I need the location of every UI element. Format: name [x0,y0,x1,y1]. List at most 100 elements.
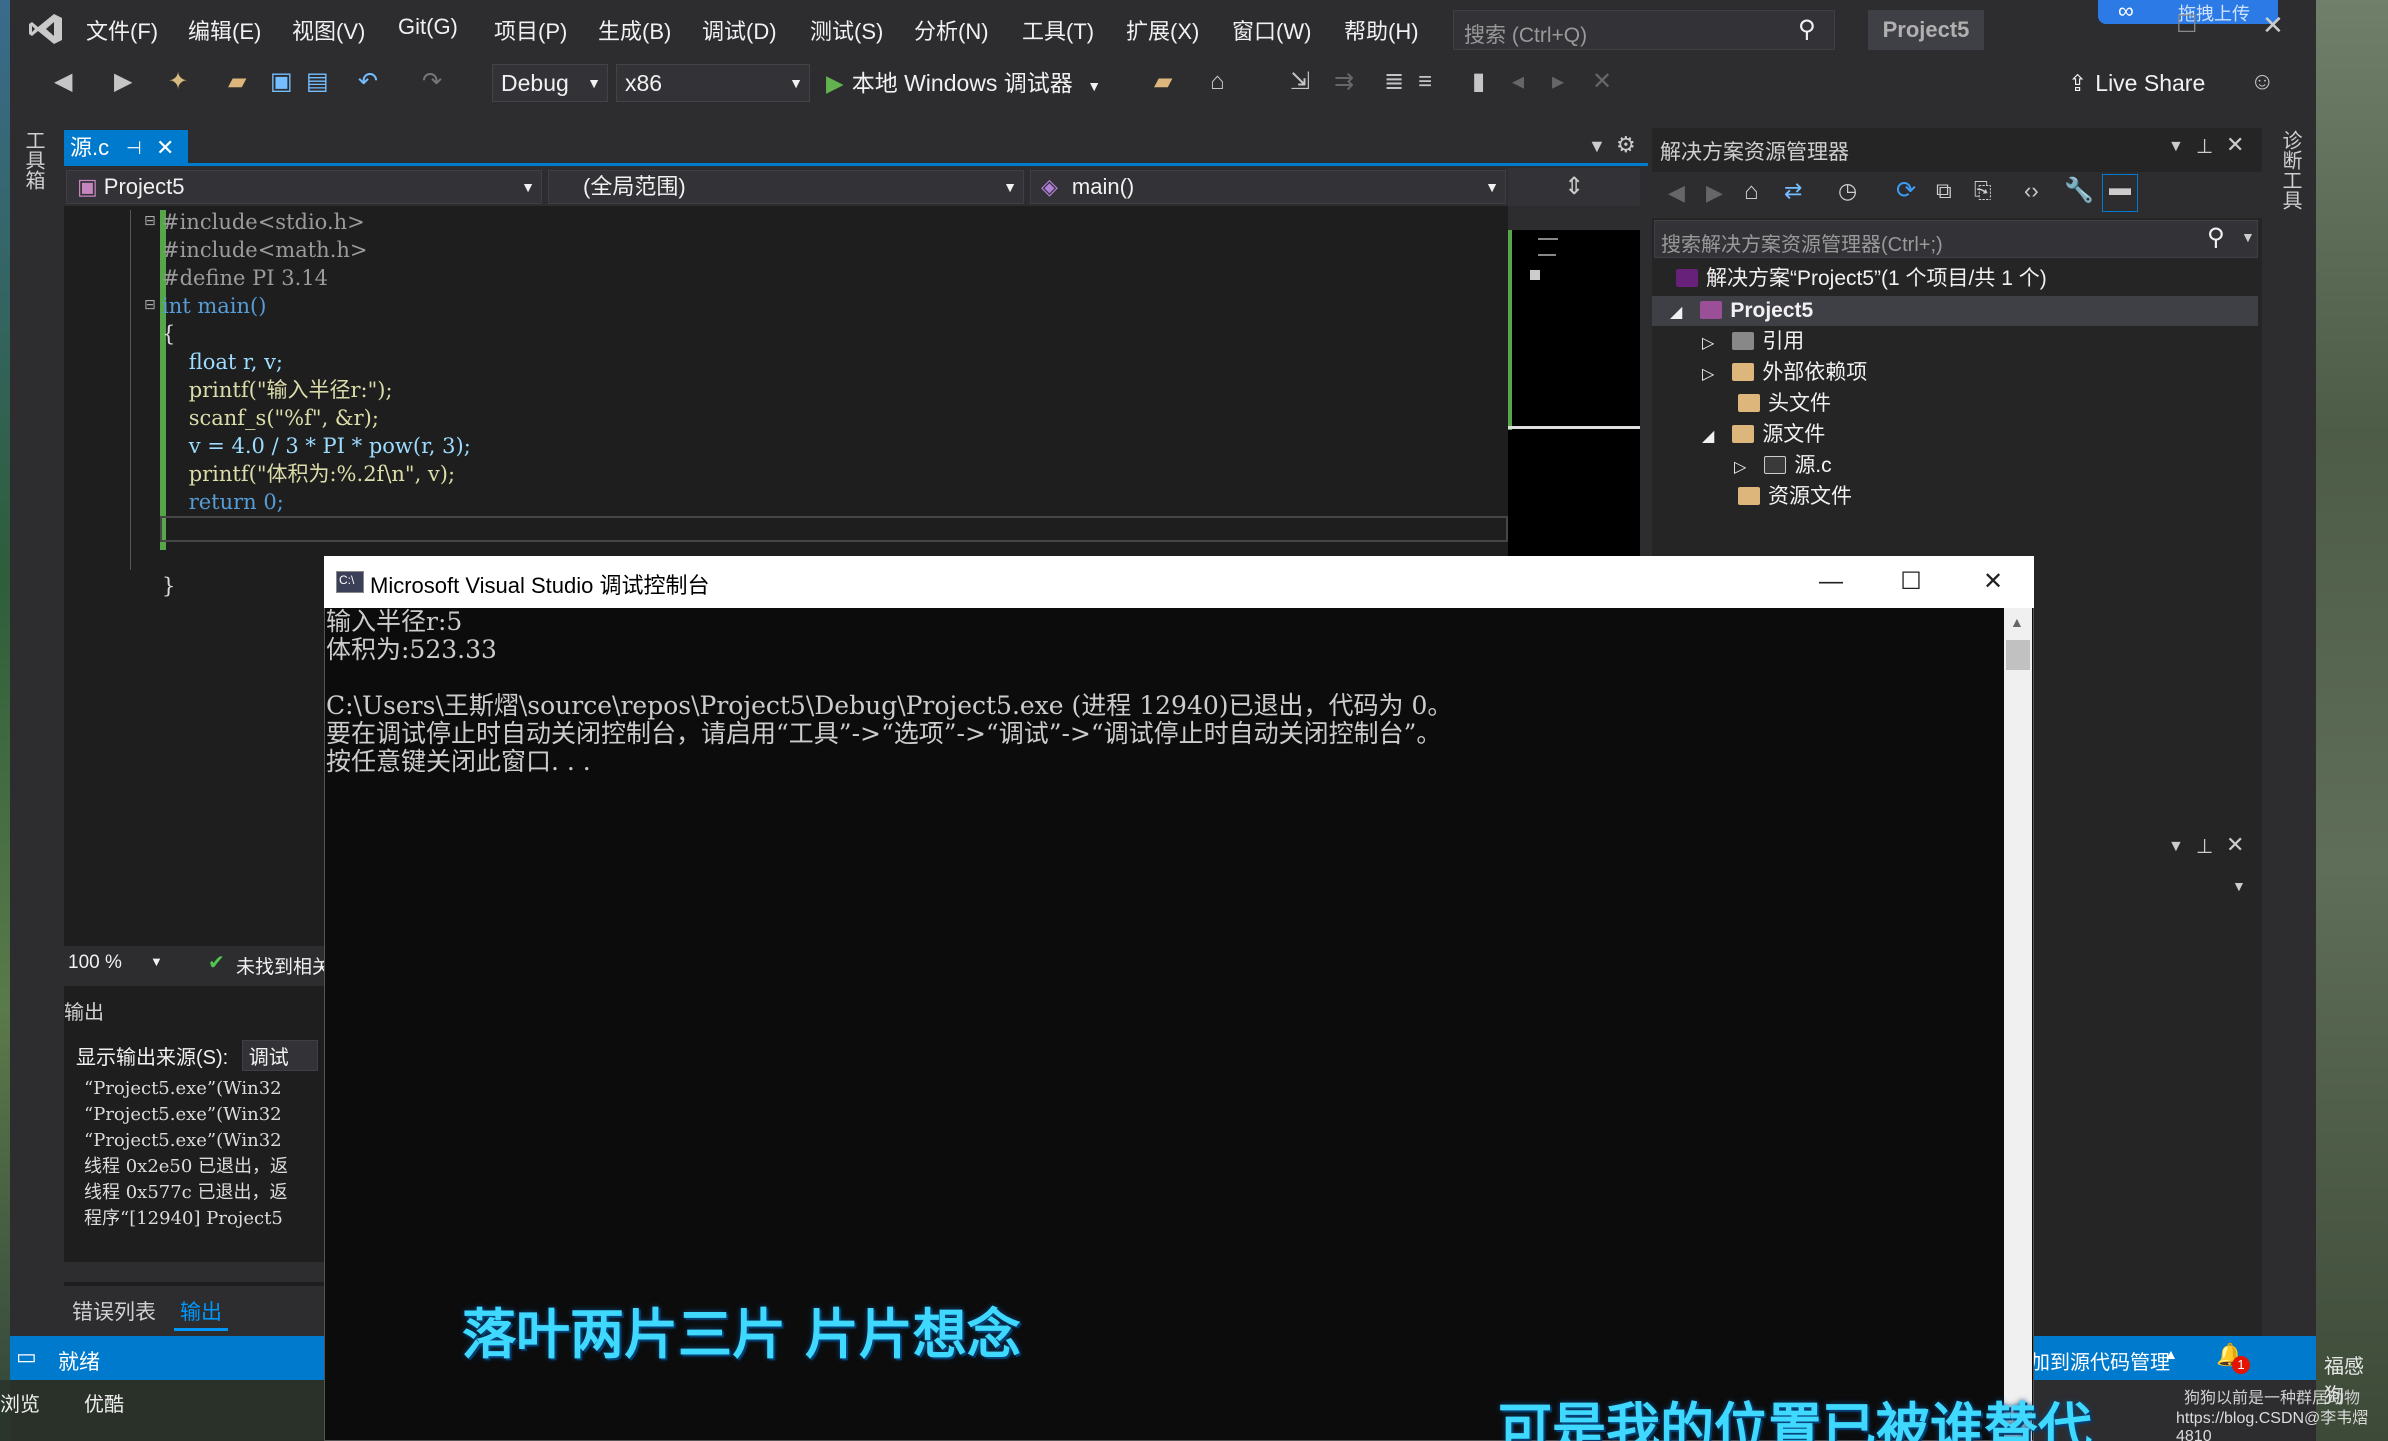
tree-solution[interactable]: 解决方案“Project5”(1 个项目/共 1 个) [1676,264,2047,294]
pin-icon[interactable]: ⊥ [2196,134,2213,159]
search-input[interactable]: 搜索 (Ctrl+Q) ⚲ [1453,10,1835,50]
member-nav-select[interactable]: ◈ main() ▼ [1030,170,1506,204]
panel-menu-icon[interactable]: ▼ [2168,838,2184,856]
minimize-button[interactable]: — [1796,560,1866,604]
platform-select[interactable]: x86 ▼ [616,64,810,102]
back-icon[interactable]: ◀ [54,68,72,96]
tab-source-c[interactable]: 源.c ⊣ ✕ [64,130,188,166]
pin-icon[interactable]: ⊥ [2196,834,2213,859]
close-button[interactable]: ✕ [1958,560,2028,604]
prev-bookmark-icon[interactable]: ◂ [1512,68,1524,96]
tree-external-deps[interactable]: ▷ 外部依赖项 [1702,358,1867,390]
save-all-icon[interactable]: ▤ [306,68,329,96]
new-project-icon[interactable]: ✦ [168,68,188,96]
solution-search-input[interactable]: 搜索解决方案资源管理器(Ctrl+;) ⚲ ▼ [1654,220,2258,258]
menu-extensions[interactable]: 扩展(X) [1126,14,1199,46]
sync-icon[interactable]: ⟳ [1896,176,1916,205]
output-hscrollbar[interactable] [64,1262,324,1282]
menu-build[interactable]: 生成(B) [598,14,671,46]
back-icon[interactable]: ◀ [1668,180,1685,206]
menu-window[interactable]: 窗口(W) [1232,14,1311,46]
taskbar-item-youku[interactable]: 优酷 [84,1388,124,1417]
issues-status[interactable]: 未找到相关 [236,952,331,979]
menu-help[interactable]: 帮助(H) [1344,14,1419,46]
tab-error-list[interactable]: 错误列表 [72,1296,156,1326]
open-folder-icon[interactable]: ▰ [228,68,246,96]
config-select[interactable]: Debug ▼ [492,64,608,102]
collapsed-arrow-icon[interactable]: ▷ [1734,459,1746,476]
taskbar-item-browse[interactable]: 浏览 [0,1388,40,1417]
switch-views-icon[interactable]: ⇄ [1784,178,1802,204]
zoom-level[interactable]: 100 % [68,952,122,974]
show-all-files-icon[interactable]: ⎘ [1974,178,1992,204]
properties-wrench-icon[interactable]: 🔧 [2064,176,2094,205]
next-bookmark-icon[interactable]: ▸ [1552,68,1564,96]
menu-git[interactable]: Git(G) [398,14,458,40]
split-editor-button[interactable]: ⇕ [1508,168,1640,206]
menu-test[interactable]: 测试(S) [810,14,883,46]
chevron-down-icon[interactable]: ▼ [150,954,163,969]
menu-tools[interactable]: 工具(T) [1022,14,1094,46]
save-icon[interactable]: ▣ [270,68,293,96]
menu-file[interactable]: 文件(F) [86,14,158,46]
scope-nav-select[interactable]: (全局范围) ▼ [548,170,1024,204]
tree-source-c[interactable]: ▷ 源.c [1734,451,1832,483]
step-into-icon[interactable]: ⇲ [1290,68,1310,96]
live-share-button[interactable]: ⇪ Live Share [2068,70,2205,97]
tree-header-files[interactable]: 头文件 [1738,389,1831,419]
collapse-icon[interactable]: ⊟ [144,212,156,229]
expanded-arrow-icon[interactable]: ◢ [1670,304,1682,321]
uncomment-icon[interactable]: ≡ [1418,68,1432,96]
close-panel-icon[interactable]: ✕ [2226,832,2244,858]
tree-references[interactable]: ▷ 引用 [1702,327,1804,359]
close-tab-icon[interactable]: ✕ [156,130,174,166]
tab-output[interactable]: 输出 [174,1292,228,1331]
expanded-arrow-icon[interactable]: ◢ [1702,428,1714,445]
collapsed-arrow-icon[interactable]: ▷ [1702,335,1714,352]
tree-project[interactable]: ◢ Project5 [1670,296,1813,328]
source-control-button[interactable]: 添加到源代码管理 [2010,1346,2170,1375]
start-debugging-button[interactable]: ▶ 本地 Windows 调试器 ▼ [826,66,1101,103]
collapsed-arrow-icon[interactable]: ▷ [1702,366,1714,383]
menu-view[interactable]: 视图(V) [292,14,365,46]
console-scrollbar[interactable]: ▲ [2004,608,2032,1441]
view-code-icon[interactable]: ‹› [2024,178,2039,204]
menu-debug[interactable]: 调试(D) [702,14,777,46]
maximize-button[interactable]: ☐ [1876,560,1946,604]
browse-folder-icon[interactable]: ▰ [1154,68,1172,96]
chevron-down-icon[interactable]: ▼ [2232,878,2246,894]
settings-gear-icon[interactable]: ⚙ [1616,132,1636,158]
bookmark-icon[interactable]: ▮ [1472,68,1485,96]
comment-icon[interactable]: ≣ [1384,68,1404,96]
home-icon[interactable]: ⌂ [1744,178,1759,206]
close-window-icon[interactable]: ✕ [2262,10,2284,41]
publish-icon[interactable]: ⌂ [1210,68,1225,96]
panel-menu-icon[interactable]: ▼ [2168,138,2184,156]
menu-edit[interactable]: 编辑(E) [188,14,261,46]
pin-icon[interactable]: ⊣ [126,130,142,166]
scroll-up-icon[interactable]: ▲ [2010,614,2024,630]
preview-icon[interactable]: ▬ [2102,174,2138,212]
tab-overflow-icon[interactable]: ▼ [1588,136,1606,157]
tree-resource-files[interactable]: 资源文件 [1738,482,1852,512]
menu-analyze[interactable]: 分析(N) [914,14,989,46]
diagnostic-tools-strip[interactable]: 诊断工具 [2262,110,2316,1336]
redo-icon[interactable]: ↷ [422,68,442,96]
step-over-icon[interactable]: ⇉ [1334,68,1354,96]
clear-bookmarks-icon[interactable]: ✕ [1592,68,1612,96]
toolbox-strip[interactable]: 工具箱 [10,110,64,1350]
forward-icon[interactable]: ▶ [1706,180,1723,206]
undo-icon[interactable]: ↶ [358,68,378,96]
collapse-all-icon[interactable]: ⧉ [1936,178,1952,204]
close-panel-icon[interactable]: ✕ [2226,132,2244,158]
menu-project[interactable]: 项目(P) [494,14,567,46]
console-scroll-thumb[interactable] [2006,640,2030,670]
collapse-icon[interactable]: ⊟ [144,296,156,313]
output-source-select[interactable]: 调试 [241,1040,318,1071]
pending-changes-icon[interactable]: ◷ [1838,178,1857,204]
maximize-window-icon[interactable]: ☐ [2176,10,2198,39]
forward-icon[interactable]: ▶ [114,68,132,96]
feedback-icon[interactable]: ☺ [2250,68,2275,96]
code-minimap[interactable] [1508,230,1640,560]
project-nav-select[interactable]: ▣ Project5 ▼ [66,170,542,204]
